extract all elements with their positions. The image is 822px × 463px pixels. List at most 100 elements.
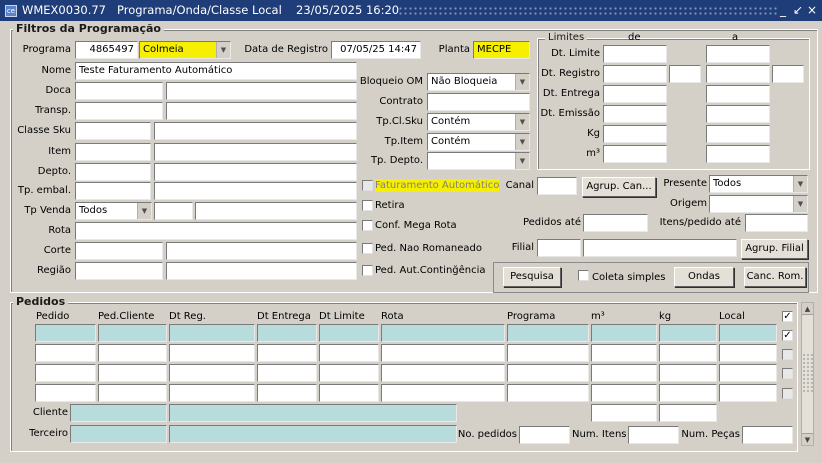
agrup-canal-button[interactable]: Agrup. Can... [582, 177, 656, 197]
dt-limite-de-field[interactable] [603, 45, 667, 63]
cell-dt-reg[interactable] [169, 324, 255, 342]
cell-m3[interactable] [591, 384, 657, 402]
depto-desc-field[interactable] [154, 163, 357, 181]
chevron-down-icon[interactable]: ▼ [137, 203, 151, 219]
coleta-simples-checkbox[interactable] [578, 270, 589, 281]
scroll-thumb[interactable] [802, 353, 813, 393]
presente-select[interactable]: Todos ▼ [709, 175, 808, 193]
doca-desc-field[interactable] [166, 82, 357, 100]
pesquisa-button[interactable]: Pesquisa [503, 267, 561, 287]
dt-entrega-de-field[interactable] [603, 85, 667, 103]
canal-field[interactable] [537, 177, 577, 195]
cell-pedido[interactable] [35, 344, 96, 362]
cliente-name-field[interactable] [169, 404, 457, 422]
chevron-down-icon[interactable]: ▼ [515, 114, 529, 130]
ped-nao-romaneado-checkbox[interactable] [362, 243, 373, 254]
pedidos-ate-field[interactable] [583, 214, 648, 232]
cell-rota[interactable] [381, 384, 505, 402]
dt-registro-field[interactable]: 07/05/25 14:47 [331, 41, 421, 59]
dt-registro-a-field[interactable] [706, 65, 770, 83]
dt-emissao-a-field[interactable] [706, 105, 770, 123]
cell-dt-limite[interactable] [319, 344, 379, 362]
row-select-checkbox[interactable]: ✓ [782, 311, 793, 322]
pedidos-scrollbar[interactable]: ▲ ▼ [801, 302, 814, 446]
cell-ped-cliente[interactable] [98, 364, 167, 382]
cell-pedido[interactable] [35, 364, 96, 382]
conf-mega-rota-checkbox[interactable] [362, 220, 373, 231]
contrato-field[interactable] [427, 93, 530, 111]
cell-kg[interactable] [659, 344, 717, 362]
cell-programa[interactable] [507, 364, 589, 382]
kg-de-field[interactable] [603, 125, 667, 143]
m3-de-field[interactable] [603, 145, 667, 163]
cell-rota[interactable] [381, 364, 505, 382]
cell-local[interactable] [719, 364, 777, 382]
dt-entrega-a-field[interactable] [706, 85, 770, 103]
transp-code-field[interactable] [75, 102, 163, 120]
item-desc-field[interactable] [154, 143, 357, 161]
tp-depto-select[interactable]: ▼ [427, 152, 530, 170]
close-icon[interactable]: × [807, 3, 817, 17]
chevron-down-icon[interactable]: ▼ [793, 176, 807, 192]
bloqueio-om-select[interactable]: Não Bloqueia ▼ [427, 73, 530, 91]
cell-programa[interactable] [507, 344, 589, 362]
cell-dt-entrega[interactable] [257, 384, 317, 402]
cell-dt-entrega[interactable] [257, 364, 317, 382]
itens-pedido-ate-field[interactable] [745, 214, 808, 232]
planta-field[interactable]: MECPE [473, 41, 530, 59]
arrow-up-icon[interactable]: ▲ [802, 303, 813, 315]
cell-kg[interactable] [659, 364, 717, 382]
cell-ped-cliente[interactable] [98, 344, 167, 362]
tp-embal-desc-field[interactable] [154, 182, 357, 200]
cell-m3[interactable] [591, 364, 657, 382]
m3-a-field[interactable] [706, 145, 770, 163]
dt-registro-de-field[interactable] [603, 65, 667, 83]
cell-rota[interactable] [381, 344, 505, 362]
doca-code-field[interactable] [75, 82, 163, 100]
ondas-button[interactable]: Ondas [674, 267, 734, 287]
cell-dt-entrega[interactable] [257, 324, 317, 342]
filial-desc-field[interactable] [583, 239, 737, 257]
cell-dt-limite[interactable] [319, 364, 379, 382]
cell-programa[interactable] [507, 324, 589, 342]
total-m3-field[interactable] [591, 404, 657, 422]
no-pedidos-field[interactable] [519, 426, 570, 444]
origem-select[interactable]: ▼ [709, 195, 808, 213]
cell-pedido[interactable] [35, 384, 96, 402]
row-select-checkbox[interactable] [782, 388, 793, 399]
rota-field[interactable] [75, 222, 357, 240]
chevron-down-icon[interactable]: ▼ [515, 134, 529, 150]
regiao-code-field[interactable] [75, 262, 163, 280]
chevron-down-icon[interactable]: ▼ [515, 153, 529, 169]
cell-dt-limite[interactable] [319, 384, 379, 402]
terceiro-code-field[interactable] [70, 425, 167, 443]
terceiro-name-field[interactable] [169, 425, 457, 443]
num-pecas-field[interactable] [742, 426, 793, 444]
cell-dt-reg[interactable] [169, 364, 255, 382]
programa-field[interactable]: 4865497 [75, 41, 138, 59]
cell-dt-entrega[interactable] [257, 344, 317, 362]
nome-field[interactable]: Teste Faturamento Automático [75, 62, 357, 80]
retira-checkbox[interactable] [362, 200, 373, 211]
cell-m3[interactable] [591, 344, 657, 362]
corte-code-field[interactable] [75, 242, 163, 260]
agrup-filial-button[interactable]: Agrup. Filial [741, 239, 808, 259]
restore-icon[interactable]: ↙ [793, 3, 803, 17]
cell-dt-reg[interactable] [169, 344, 255, 362]
filial-code-field[interactable] [537, 239, 581, 257]
corte-desc-field[interactable] [166, 242, 357, 260]
classe-sku-desc-field[interactable] [154, 122, 357, 140]
canc-rom-button[interactable]: Canc. Rom. [744, 267, 806, 287]
tp-cl-sku-select[interactable]: Contém ▼ [427, 113, 530, 131]
programa-name-select[interactable]: Colmeia ▼ [139, 41, 231, 59]
tp-venda-code-field[interactable] [154, 202, 193, 220]
chevron-down-icon[interactable]: ▼ [216, 42, 230, 58]
classe-sku-code-field[interactable] [75, 122, 151, 140]
tp-venda-select[interactable]: Todos ▼ [75, 202, 152, 220]
ped-aut-contingencia-checkbox[interactable] [362, 265, 373, 276]
dt-emissao-de-field[interactable] [603, 105, 667, 123]
row-select-checkbox[interactable] [782, 349, 793, 360]
cliente-code-field[interactable] [70, 404, 167, 422]
cell-kg[interactable] [659, 384, 717, 402]
row-select-checkbox[interactable] [782, 368, 793, 379]
